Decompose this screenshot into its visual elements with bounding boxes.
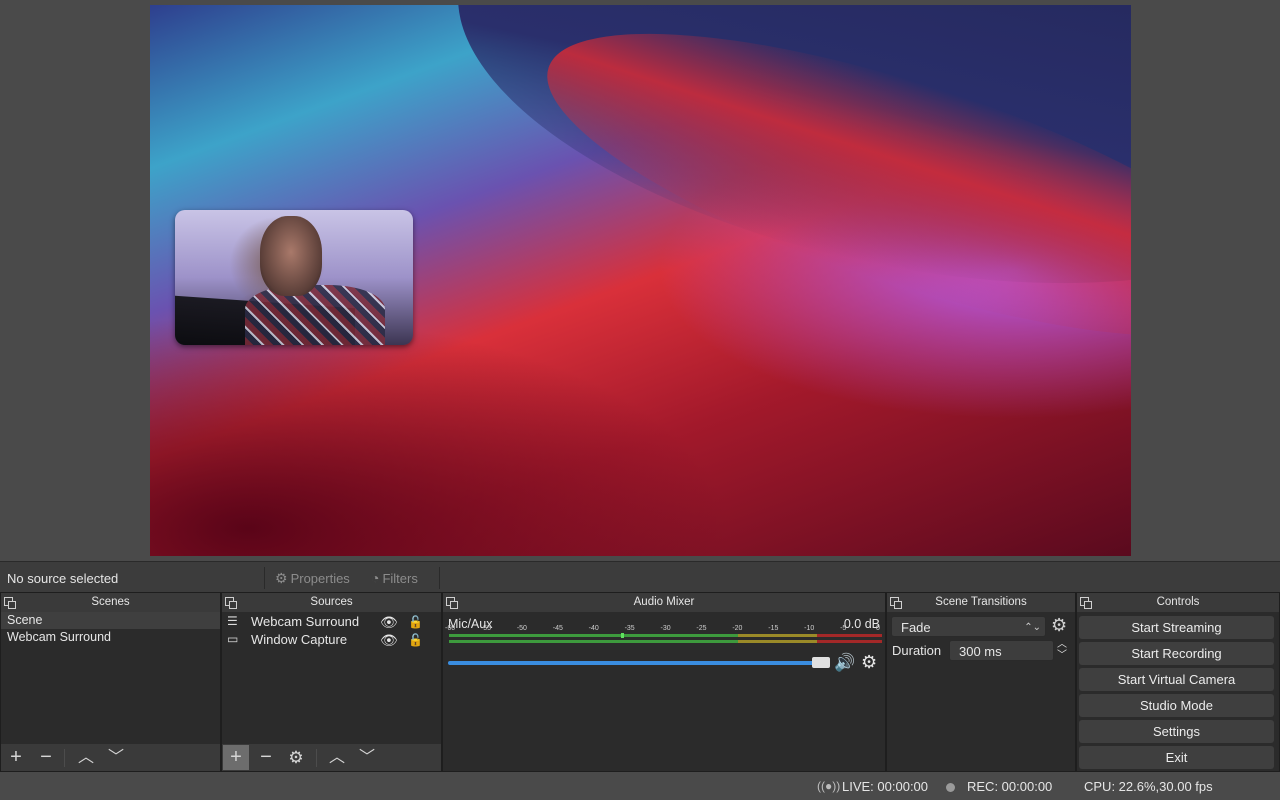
- live-timer: LIVE: 00:00:00: [842, 779, 929, 794]
- start-recording-button[interactable]: Start Recording: [1079, 642, 1274, 665]
- rec-timer: REC: 00:00:00: [967, 779, 1053, 794]
- level-meter-red: [817, 640, 882, 643]
- meter-tick-label: -10: [804, 625, 815, 632]
- meter-tick-label: -50: [516, 625, 527, 632]
- duration-label: Duration: [892, 643, 942, 658]
- gear-icon: ⚙: [275, 570, 288, 586]
- level-meter-green: [449, 634, 738, 637]
- visibility-eye-icon[interactable]: 👁: [380, 631, 398, 649]
- cpu-fps: CPU: 22.6%,30.00 fps: [1084, 779, 1213, 794]
- move-scene-up-button[interactable]: ︿: [73, 745, 99, 770]
- level-meter-yellow: [738, 640, 817, 643]
- scene-item[interactable]: Scene: [1, 612, 220, 629]
- volume-slider-handle[interactable]: [812, 657, 830, 668]
- controls-title: Controls: [1077, 593, 1279, 612]
- visibility-eye-icon[interactable]: 👁: [380, 613, 398, 631]
- level-meter-red: [817, 634, 882, 637]
- meter-tick-label: -30: [660, 625, 671, 632]
- channel-db: 0.0 dB: [843, 617, 880, 631]
- controls-dock: Controls Start Streaming Start Recording…: [1076, 592, 1280, 772]
- webcam-person: [260, 216, 322, 296]
- select-arrows-icon: ⌃⌄: [1024, 622, 1041, 633]
- scenes-dock: Scenes Scene Webcam Surround + − ︿ ﹀: [0, 592, 221, 772]
- scene-item[interactable]: Webcam Surround: [1, 629, 220, 646]
- undock-icon[interactable]: [446, 597, 458, 609]
- meter-tick-label: 0: [876, 625, 880, 632]
- meter-tick-label: -55: [480, 625, 492, 632]
- sources-dock-title: Sources: [222, 593, 441, 612]
- window-icon: ▭: [227, 632, 239, 646]
- source-item[interactable]: ☰ Webcam Surround 👁 🔓: [222, 613, 441, 631]
- remove-source-button[interactable]: −: [253, 745, 279, 770]
- move-source-down-button[interactable]: ﹀: [354, 745, 380, 770]
- studio-mode-button[interactable]: Studio Mode: [1079, 694, 1274, 717]
- meter-tick-label: -5: [840, 625, 847, 632]
- exit-button[interactable]: Exit: [1079, 746, 1274, 769]
- webcam-shirt: [245, 285, 385, 345]
- transition-select[interactable]: Fade ⌃⌄: [891, 616, 1046, 637]
- audio-mixer-title: Audio Mixer: [443, 593, 885, 612]
- remove-scene-button[interactable]: −: [33, 745, 59, 770]
- add-scene-button[interactable]: +: [3, 745, 29, 770]
- settings-button[interactable]: Settings: [1079, 720, 1274, 743]
- peak-marker: [621, 633, 624, 638]
- record-dot-icon: [946, 783, 955, 792]
- audio-mixer-dock: Audio Mixer Mic/Aux 0.0 dB -60 -55 -50 -45-…: [442, 592, 886, 772]
- sources-list[interactable]: ☰ Webcam Surround 👁 🔓 ▭ Window Capture 👁…: [222, 613, 441, 649]
- start-virtual-camera-button[interactable]: Start Virtual Camera: [1079, 668, 1274, 691]
- duration-input[interactable]: 300 ms: [949, 640, 1054, 661]
- move-source-up-button[interactable]: ︿: [324, 745, 350, 770]
- chevron-down-icon[interactable]: ﹀: [1057, 650, 1067, 661]
- properties-button[interactable]: ⚙ Properties: [275, 570, 350, 587]
- speaker-icon[interactable]: 🔊: [834, 653, 855, 673]
- level-meter-yellow: [738, 634, 817, 637]
- undock-icon[interactable]: [890, 597, 902, 609]
- meter-tick-label: -25: [696, 625, 707, 632]
- filters-button[interactable]: ◔ Filters: [371, 570, 418, 586]
- source-toolbar: No source selected ⚙ Properties ◔ Filters: [0, 561, 1280, 593]
- divider: [439, 567, 440, 589]
- source-properties-gear-icon[interactable]: ⚙: [283, 745, 309, 770]
- scenes-list[interactable]: Scene Webcam Surround: [1, 612, 220, 646]
- meter-tick-label: -15: [768, 625, 779, 632]
- undock-icon[interactable]: [1080, 597, 1092, 609]
- duration-stepper[interactable]: ︿ ﹀: [1057, 639, 1067, 661]
- meter-tick-label: -45: [552, 625, 563, 632]
- undock-icon[interactable]: [225, 597, 237, 609]
- source-item[interactable]: ▭ Window Capture 👁 🔓: [222, 631, 441, 649]
- group-icon: ☰: [227, 614, 238, 628]
- filter-icon: ◔: [371, 570, 380, 586]
- sources-toolbar: + − ⚙ ︿ ﹀: [222, 744, 441, 771]
- status-bar: ((●)) LIVE: 00:00:00 REC: 00:00:00 CPU: …: [0, 774, 1280, 800]
- scenes-toolbar: + − ︿ ﹀: [1, 744, 220, 771]
- divider: [264, 567, 265, 589]
- level-meter-green: [449, 640, 738, 643]
- volume-slider-track[interactable]: [448, 661, 818, 665]
- no-source-label: No source selected: [7, 571, 119, 586]
- channel-gear-icon[interactable]: ⚙: [861, 652, 877, 673]
- webcam-source-preview[interactable]: [175, 210, 413, 345]
- mixer-channel: Mic/Aux 0.0 dB -60 -55 -50 -45 -40 -35 -30 -25-…: [443, 612, 885, 771]
- meter-tick-label: -20: [732, 625, 743, 632]
- sources-dock: Sources ☰ Webcam Surround 👁 🔓 ▭ Window C…: [221, 592, 442, 772]
- meter-tick-label: -35: [624, 625, 635, 632]
- scene-transitions-dock: Scene Transitions Fade ⌃⌄ ⚙ Duration 300…: [886, 592, 1076, 772]
- start-streaming-button[interactable]: Start Streaming: [1079, 616, 1274, 639]
- undock-icon[interactable]: [4, 597, 16, 609]
- move-scene-down-button[interactable]: ﹀: [103, 745, 129, 770]
- scene-transitions-title: Scene Transitions: [887, 593, 1075, 612]
- add-source-button[interactable]: +: [223, 745, 249, 770]
- broadcast-icon: ((●)): [817, 779, 841, 793]
- transition-gear-icon[interactable]: ⚙: [1051, 615, 1067, 636]
- meter-tick-label: -40: [588, 625, 599, 632]
- scenes-dock-title: Scenes: [1, 593, 220, 612]
- meter-tick-label: -60: [445, 625, 456, 632]
- divider: [64, 749, 65, 767]
- chevron-up-icon[interactable]: ︿: [1057, 639, 1067, 650]
- unlock-icon[interactable]: 🔓: [408, 631, 423, 649]
- divider: [316, 749, 317, 767]
- unlock-icon[interactable]: 🔓: [408, 613, 423, 631]
